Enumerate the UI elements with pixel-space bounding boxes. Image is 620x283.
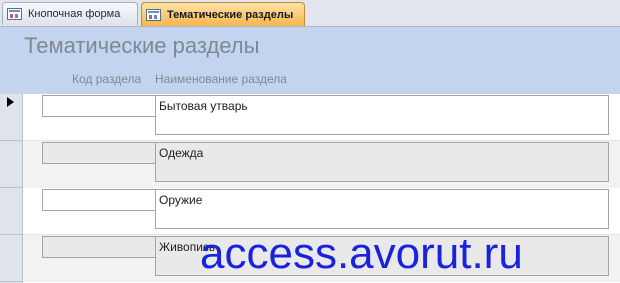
column-header-name: Наименование раздела xyxy=(155,72,287,86)
record-selector[interactable] xyxy=(0,188,22,235)
column-header-code: Код раздела xyxy=(72,72,142,86)
form-icon xyxy=(146,8,161,21)
record-row: 2 Одежда xyxy=(23,141,620,188)
document-tab-bar: Кнопочная форма Тематические разделы xyxy=(0,0,620,27)
tab-switchboard-form[interactable]: Кнопочная форма xyxy=(2,2,138,25)
form-header: Тематические разделы Код раздела Наимено… xyxy=(0,27,620,94)
form-title: Тематические разделы xyxy=(24,33,260,58)
tab-label: Тематические разделы xyxy=(167,8,294,21)
tab-label: Кнопочная форма xyxy=(28,8,121,20)
tab-thematic-sections[interactable]: Тематические разделы xyxy=(141,2,305,26)
name-field[interactable]: Оружие xyxy=(155,189,609,229)
name-field[interactable]: Одежда xyxy=(155,142,609,182)
record-selector-current[interactable] xyxy=(0,94,22,141)
record-row: 3 Оружие xyxy=(23,188,620,235)
record-selector-column xyxy=(0,94,23,283)
record-row: 1 Бытовая утварь xyxy=(23,94,620,141)
site-watermark: access.avorut.ru xyxy=(200,229,523,278)
record-selector[interactable] xyxy=(0,141,22,188)
record-selector[interactable] xyxy=(0,235,22,282)
form-icon xyxy=(7,8,22,20)
name-field[interactable]: Бытовая утварь xyxy=(155,95,609,135)
